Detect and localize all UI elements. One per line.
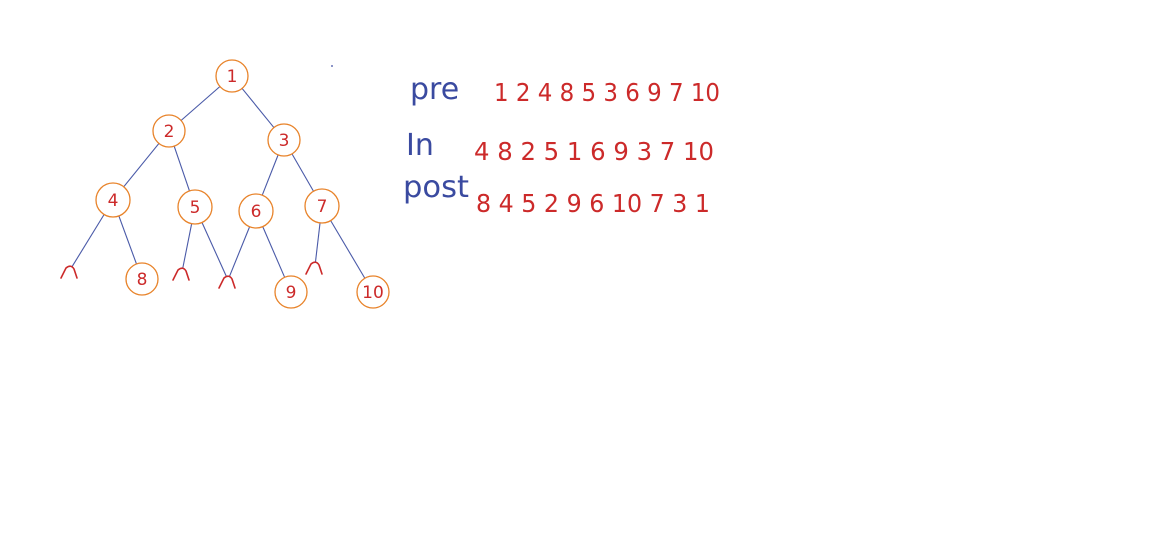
tree-edge-n5-null_c [201,222,227,277]
traversal-in: In 4 8 2 5 1 6 9 3 7 10 [406,128,714,166]
traversal-label-post: post [403,170,469,205]
tree-node-4: 4 [95,182,131,218]
traversal-sequence-post: 8 4 5 2 9 6 10 7 3 1 [476,189,710,218]
traversal-sequence-in: 4 8 2 5 1 6 9 3 7 10 [474,137,714,166]
tree-edge-n6-null_c [228,226,251,277]
tree-node-5: 5 [177,189,213,225]
tree-node-7: 7 [304,188,340,224]
tree-node-9: 9 [274,275,308,309]
traversal-notes: pre 1 2 4 8 5 3 6 9 7 10 In 4 8 2 5 1 6 … [403,72,720,218]
tree-node-label: 1 [227,67,238,87]
tree-node-6: 6 [238,193,274,229]
tree-edge-n4-n8 [118,215,138,265]
tree-edge-n3-n6 [261,154,279,196]
tree-edge-n1-n2 [180,86,221,121]
stray-dot [331,65,333,67]
traversal-pre: pre 1 2 4 8 5 3 6 9 7 10 [410,72,720,107]
tree-node-10: 10 [356,275,390,309]
null-marker-null_d [305,261,323,275]
tree-node-label: 5 [190,198,201,218]
tree-diagram-canvas: 1 2 3 4 5 6 7 8 9 10 pre 1 2 4 8 5 3 6 9 7 10 In … [60,59,720,309]
tree-node-label: 8 [137,270,148,290]
tree-edge-n4-null_a [71,214,105,267]
tree-edge-n7-null_d [314,222,321,263]
tree-node-3: 3 [267,123,301,157]
tree-node-label: 10 [362,283,384,303]
null-marker-null_c [218,275,236,289]
tree-edge-n2-n4 [123,143,160,188]
traversal-post: post 8 4 5 2 9 6 10 7 3 1 [403,170,710,218]
tree-node-label: 6 [251,202,262,222]
tree-node-2: 2 [152,114,186,148]
traversal-label-pre: pre [410,72,459,107]
tree-node-label: 7 [317,197,328,217]
null-marker-null_b [172,267,190,281]
tree-edge-n1-n3 [241,88,275,128]
tree-node-1: 1 [215,59,249,93]
tree-node-8: 8 [125,262,159,296]
tree-node-label: 4 [108,191,119,211]
tree-node-label: 2 [164,122,175,142]
tree-node-label: 3 [279,131,290,151]
null-marker-null_a [60,265,78,279]
tree-edge-n6-n9 [262,226,286,278]
edges-layer [71,86,366,279]
tree-edge-n3-n7 [291,153,314,192]
tree-node-label: 9 [286,283,297,303]
traversal-sequence-pre: 1 2 4 8 5 3 6 9 7 10 [494,78,720,107]
nodes-layer: 1 2 3 4 5 6 7 8 9 10 [95,59,390,309]
tree-edge-n5-null_b [182,223,193,269]
traversal-label-in: In [406,128,434,163]
tree-edge-n7-n10 [330,220,366,279]
tree-edge-n2-n5 [173,145,191,192]
